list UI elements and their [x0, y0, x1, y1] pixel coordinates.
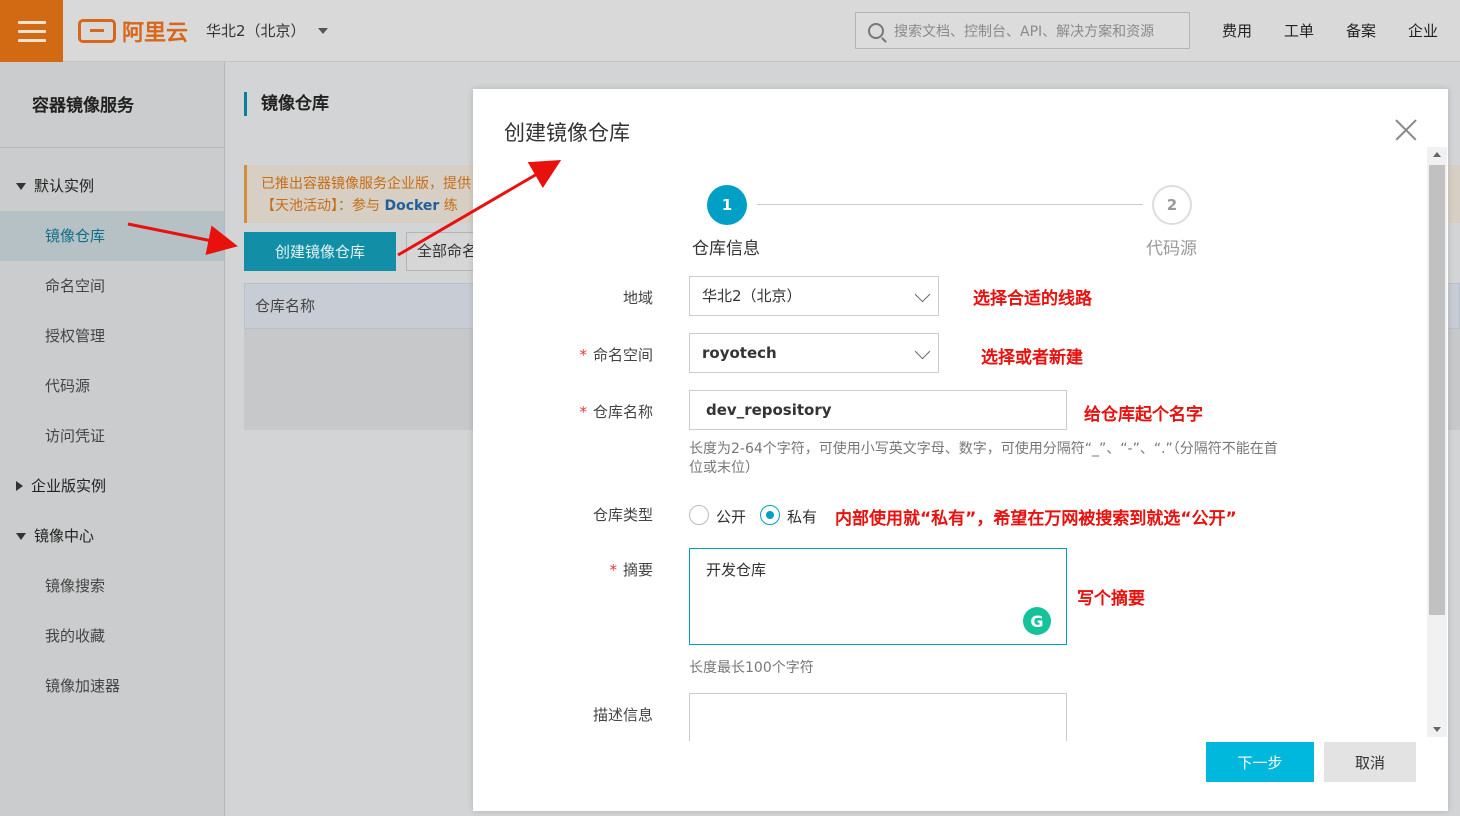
sidebar-group-image-center[interactable]: 镜像中心	[0, 511, 224, 561]
chevron-down-icon	[914, 286, 931, 303]
namespace-select-value: royotech	[702, 344, 777, 362]
create-repo-dialog: 创建镜像仓库 1 2 仓库信息 代码源 地域 华北2（北京） 选择合适的线路 *…	[473, 89, 1448, 811]
region-selector[interactable]: 华北2（北京）	[206, 20, 328, 41]
aliyun-logo-icon	[78, 19, 116, 43]
caret-down-icon	[16, 182, 26, 190]
sidebar-item-credentials[interactable]: 访问凭证	[0, 411, 224, 461]
page-title: 镜像仓库	[244, 92, 329, 116]
summary-hint: 长度最长100个字符	[689, 660, 814, 676]
repo-type-public-radio[interactable]	[689, 505, 709, 525]
required-mark: *	[609, 561, 617, 579]
grammarly-icon[interactable]: G	[1023, 607, 1051, 635]
caret-right-icon	[16, 481, 23, 491]
sidebar-group-enterprise[interactable]: 企业版实例	[0, 461, 224, 511]
aliyun-logo[interactable]: 阿里云	[78, 15, 188, 47]
scroll-down-icon[interactable]	[1433, 727, 1441, 732]
top-link-tickets[interactable]: 工单	[1268, 20, 1330, 41]
repo-type-private-radio[interactable]	[760, 505, 780, 525]
required-mark: *	[579, 346, 587, 364]
sidebar-item-favorites[interactable]: 我的收藏	[0, 611, 224, 661]
close-icon[interactable]	[1395, 119, 1417, 141]
step-1-indicator: 1	[707, 185, 747, 225]
step-1-label: 仓库信息	[692, 239, 760, 259]
region-label: 华北2（北京）	[206, 22, 306, 40]
cancel-button[interactable]: 取消	[1324, 742, 1416, 782]
namespace-field-label: * 命名空间	[579, 346, 653, 364]
next-step-button[interactable]: 下一步	[1206, 742, 1314, 782]
top-link-billing[interactable]: 费用	[1206, 20, 1268, 41]
step-2-label: 代码源	[1146, 239, 1197, 259]
summary-annotation: 写个摘要	[1077, 589, 1145, 609]
sidebar: 容器镜像服务 默认实例 镜像仓库 命名空间 授权管理 代码源 访问凭证 企业版实…	[0, 62, 225, 816]
sidebar-group-label: 镜像中心	[34, 527, 95, 545]
region-select-value: 华北2（北京）	[702, 287, 802, 305]
region-annotation: 选择合适的线路	[973, 289, 1092, 309]
region-select[interactable]: 华北2（北京）	[689, 276, 939, 316]
sidebar-title: 容器镜像服务	[0, 62, 224, 148]
sidebar-item-namespaces[interactable]: 命名空间	[0, 261, 224, 311]
sidebar-group-label: 默认实例	[34, 177, 95, 195]
namespace-annotation: 选择或者新建	[981, 348, 1083, 368]
create-repository-button[interactable]: 创建镜像仓库	[244, 232, 396, 271]
repo-type-public-label[interactable]: 公开	[716, 506, 746, 527]
notice-link[interactable]: Docker	[384, 198, 439, 214]
search-input[interactable]: 搜索文档、控制台、API、解决方案和资源	[855, 12, 1190, 49]
chevron-down-icon	[317, 27, 328, 34]
description-textarea[interactable]	[689, 693, 1067, 741]
sidebar-item-authorization[interactable]: 授权管理	[0, 311, 224, 361]
repo-name-hint: 长度为2-64个字符，可使用小写英文字母、数字，可使用分隔符“_”、“-”、“.…	[689, 441, 1278, 476]
sidebar-item-code-source[interactable]: 代码源	[0, 361, 224, 411]
repo-name-annotation: 给仓库起个名字	[1084, 405, 1203, 425]
sidebar-item-accelerator[interactable]: 镜像加速器	[0, 661, 224, 711]
sidebar-group-label: 企业版实例	[31, 477, 107, 495]
top-link-filing[interactable]: 备案	[1330, 20, 1392, 41]
menu-icon[interactable]	[0, 0, 63, 62]
sidebar-item-image-search[interactable]: 镜像搜索	[0, 561, 224, 611]
required-mark: *	[579, 403, 587, 421]
chevron-down-icon	[914, 343, 931, 360]
repo-type-field-label: 仓库类型	[592, 506, 653, 524]
namespace-select[interactable]: royotech	[689, 333, 939, 373]
search-icon	[868, 22, 884, 39]
top-links: 费用 工单 备案 企业	[1206, 20, 1454, 41]
sidebar-group-default[interactable]: 默认实例	[0, 161, 224, 211]
step-2-indicator: 2	[1152, 185, 1192, 225]
repo-type-private-label[interactable]: 私有	[787, 506, 817, 527]
description-field-label: 描述信息	[592, 706, 653, 724]
repo-name-field-label: * 仓库名称	[579, 403, 653, 421]
repo-type-annotation: 内部使用就“私有”，希望在万网被搜索到就选“公开”	[835, 509, 1237, 529]
search-placeholder: 搜索文档、控制台、API、解决方案和资源	[894, 23, 1155, 40]
region-field-label: 地域	[622, 289, 653, 307]
step-connector	[757, 204, 1143, 205]
logo-text: 阿里云	[122, 21, 189, 46]
repo-name-input[interactable]: dev_repository	[689, 390, 1067, 430]
top-bar: 阿里云 华北2（北京） 搜索文档、控制台、API、解决方案和资源 费用 工单 备…	[0, 0, 1460, 62]
column-repo-name: 仓库名称	[255, 297, 316, 315]
summary-textarea[interactable]: 开发仓库	[689, 548, 1067, 645]
sidebar-item-repositories[interactable]: 镜像仓库	[0, 211, 224, 261]
dialog-title: 创建镜像仓库	[504, 121, 630, 145]
scrollbar[interactable]	[1427, 147, 1447, 737]
caret-down-icon	[16, 532, 26, 540]
scroll-up-icon[interactable]	[1433, 152, 1441, 157]
summary-field-label: * 摘要	[609, 561, 653, 579]
scroll-thumb[interactable]	[1429, 165, 1445, 615]
top-link-enterprise[interactable]: 企业	[1392, 20, 1454, 41]
